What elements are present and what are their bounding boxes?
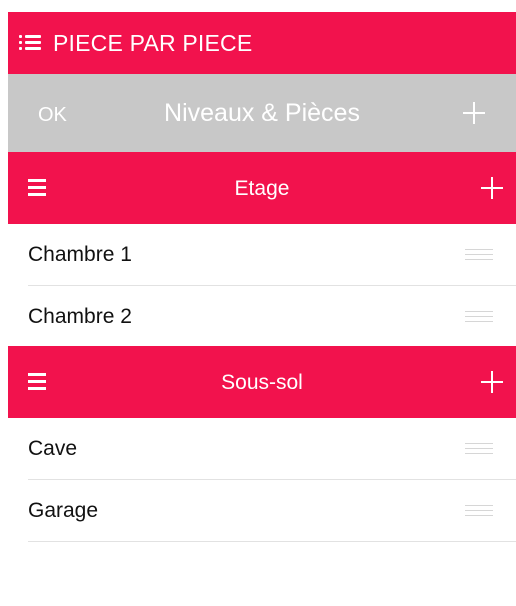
nav-bar: OK Niveaux & Pièces xyxy=(8,74,516,152)
section-title: Etage xyxy=(234,177,290,200)
page-title: Niveaux & Pièces xyxy=(164,99,360,127)
room-label: Chambre 1 xyxy=(28,243,132,266)
app-title: PIECE PAR PIECE xyxy=(53,29,253,56)
room-label: Garage xyxy=(28,499,99,522)
add-level-button[interactable] xyxy=(463,102,485,124)
app-bar: PIECE PAR PIECE xyxy=(8,12,516,74)
list-item[interactable]: Garage xyxy=(8,480,516,542)
add-room-button[interactable] xyxy=(481,371,503,393)
room-label: Chambre 2 xyxy=(28,305,132,328)
section-header-sous-sol: Sous-sol xyxy=(8,346,516,418)
drag-handle-icon[interactable] xyxy=(465,443,493,455)
drag-handle-icon[interactable] xyxy=(465,311,493,323)
list-menu-icon[interactable] xyxy=(19,35,41,51)
add-room-button[interactable] xyxy=(481,177,503,199)
list-item[interactable]: Chambre 1 xyxy=(8,224,516,286)
drag-handle-icon[interactable] xyxy=(465,505,493,517)
app-screen: PIECE PAR PIECE OK Niveaux & Pièces Etag… xyxy=(0,0,516,606)
drag-handle-icon[interactable] xyxy=(465,249,493,261)
section-title: Sous-sol xyxy=(221,371,303,394)
room-label: Cave xyxy=(28,437,78,460)
section-header-etage: Etage xyxy=(8,152,516,224)
list-item[interactable]: Cave xyxy=(8,418,516,480)
divider xyxy=(28,541,516,542)
list-item[interactable]: Chambre 2 xyxy=(8,286,516,348)
